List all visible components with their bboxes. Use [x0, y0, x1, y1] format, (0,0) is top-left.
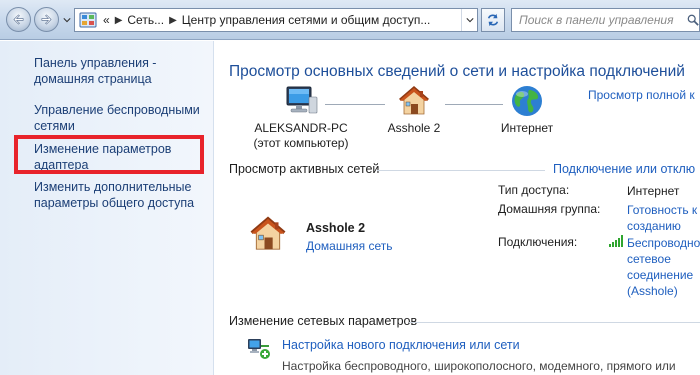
section-divider	[409, 322, 700, 323]
active-network-name: Asshole 2	[306, 221, 366, 235]
house-icon	[250, 216, 286, 250]
access-type-value: Интернет	[627, 184, 680, 198]
new-connection-description: Настройка беспроводного, широкополосного…	[282, 359, 676, 373]
homegroup-line: созданию	[627, 219, 681, 233]
search-icon[interactable]	[687, 14, 699, 26]
homegroup-link[interactable]: Готовность к созданию	[627, 202, 697, 234]
house-icon	[399, 86, 429, 115]
globe-icon	[512, 86, 542, 116]
section-heading-change-settings: Изменение сетевых параметров	[229, 314, 418, 328]
new-connection-icon	[248, 339, 270, 359]
wireless-connection-link[interactable]: Беспроводно сетевое соединение (Asshole)	[627, 235, 700, 299]
breadcrumb-overflow[interactable]: «	[103, 13, 110, 27]
connection-line: соединение	[627, 268, 694, 282]
full-map-link[interactable]: Просмотр полной к	[588, 88, 695, 102]
map-node-home-network: Asshole 2	[361, 83, 467, 136]
address-bar[interactable]: « ▶ Сеть... ▶ Центр управления сетями и …	[74, 8, 478, 32]
refresh-icon	[487, 13, 499, 27]
back-button[interactable]	[6, 7, 31, 32]
section-divider	[377, 170, 545, 171]
map-node-internet: Интернет	[482, 83, 572, 136]
breadcrumb-separator-icon[interactable]: ▶	[115, 15, 123, 26]
sidebar-item-manage-wireless[interactable]: Управление беспроводными сетями	[34, 102, 209, 134]
breadcrumb-separator-icon[interactable]: ▶	[169, 15, 177, 26]
chevron-down-icon	[465, 18, 474, 23]
arrow-right-icon	[41, 14, 52, 25]
node-label: ALEKSANDR-PC	[254, 121, 348, 135]
arrow-left-icon	[13, 14, 24, 25]
new-connection-link[interactable]: Настройка нового подключения или сети	[282, 338, 520, 352]
computer-icon	[286, 86, 318, 114]
sidebar-item-advanced-sharing[interactable]: Изменить дополнительные параметры общего…	[34, 179, 209, 211]
chevron-down-icon	[63, 18, 71, 23]
main-content: Просмотр основных сведений о сети и наст…	[215, 41, 700, 375]
sidebar: Панель управления - домашняя страница Уп…	[0, 41, 214, 375]
node-label: Asshole 2	[387, 121, 441, 135]
map-node-computer: ALEKSANDR-PC (этот компьютер)	[241, 83, 361, 151]
connect-disconnect-link[interactable]: Подключение или отклю	[553, 162, 695, 176]
node-label: Интернет	[500, 121, 554, 135]
page-title: Просмотр основных сведений о сети и наст…	[229, 63, 685, 80]
network-type-link[interactable]: Домашняя сеть	[306, 239, 392, 253]
node-sublabel: (этот компьютер)	[253, 136, 349, 150]
connection-line: (Asshole)	[627, 284, 678, 298]
recent-pages-dropdown[interactable]	[62, 15, 72, 25]
forward-button[interactable]	[34, 7, 59, 32]
homegroup-line: Готовность к	[627, 203, 698, 217]
wireless-signal-icon	[609, 235, 623, 247]
section-heading-active-networks: Просмотр активных сетей	[229, 162, 380, 176]
refresh-button[interactable]	[481, 8, 505, 32]
search-box[interactable]	[511, 8, 700, 32]
connection-line: Беспроводно	[627, 236, 700, 250]
window-toolbar: « ▶ Сеть... ▶ Центр управления сетями и …	[0, 0, 700, 40]
address-dropdown-button[interactable]	[461, 9, 477, 31]
homegroup-label: Домашняя группа:	[498, 202, 601, 216]
sidebar-item-control-panel-home[interactable]: Панель управления - домашняя страница	[34, 55, 209, 87]
search-input[interactable]	[512, 13, 687, 27]
control-panel-icon	[79, 12, 97, 28]
access-type-label: Тип доступа:	[498, 183, 570, 197]
highlight-annotation	[14, 135, 204, 174]
breadcrumb-network-center[interactable]: Центр управления сетями и общим доступ..…	[182, 13, 431, 27]
connection-line: сетевое	[627, 252, 671, 266]
breadcrumb-network[interactable]: Сеть...	[127, 13, 164, 27]
connections-label: Подключения:	[498, 235, 578, 249]
